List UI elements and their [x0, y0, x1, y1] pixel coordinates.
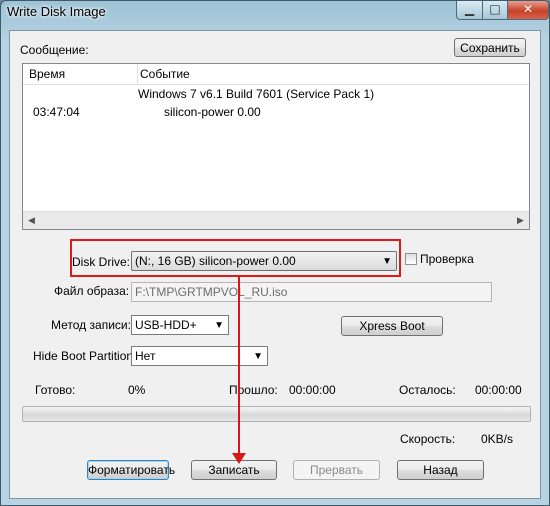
image-file-label: Файл образа: — [54, 284, 130, 298]
disk-drive-highlight-box — [70, 239, 401, 277]
log-header: Время Событие — [23, 64, 529, 85]
write-disk-image-window: Write Disk Image ▁ □ ✕ Сообщение: Сохран… — [0, 0, 550, 506]
done-label: Готово: — [35, 383, 76, 397]
xpress-boot-button[interactable]: Xpress Boot — [341, 316, 443, 336]
chevron-down-icon: ▼ — [214, 320, 224, 331]
hide-boot-value: Нет — [135, 349, 156, 363]
window-title: Write Disk Image — [7, 4, 106, 19]
image-file-field[interactable]: F:\TMP\GRTMPVOL_RU.iso — [131, 282, 492, 302]
abort-button[interactable]: Прервать — [293, 460, 380, 480]
progress-bar — [22, 406, 531, 422]
column-header-event[interactable]: Событие — [140, 67, 190, 81]
elapsed-label: Прошло: — [229, 383, 278, 397]
log-row-1-event: Windows 7 v6.1 Build 7601 (Service Pack … — [138, 87, 375, 101]
chevron-down-icon: ▼ — [253, 351, 263, 362]
scroll-right-icon[interactable]: ▶ — [512, 212, 529, 229]
log-row-2-time: 03:47:04 — [33, 105, 80, 119]
verify-checkbox[interactable] — [405, 253, 417, 265]
elapsed-value: 00:00:00 — [289, 383, 336, 397]
log-row-2-event: silicon-power 0.00 — [164, 105, 261, 119]
speed-label: Скорость: — [400, 432, 456, 446]
remaining-label: Осталось: — [399, 383, 456, 397]
hide-boot-label: Hide Boot Partition: — [33, 349, 137, 363]
done-value: 0% — [128, 383, 146, 397]
minimize-button[interactable]: ▁ — [456, 1, 483, 20]
write-method-value: USB-HDD+ — [135, 318, 197, 332]
annotation-arrow-line — [238, 277, 240, 456]
save-log-button[interactable]: Сохранить — [454, 38, 526, 57]
speed-value: 0KB/s — [481, 432, 514, 446]
write-method-label: Метод записи: — [51, 318, 131, 332]
verify-label[interactable]: Проверка — [420, 252, 474, 266]
maximize-button[interactable]: □ — [482, 1, 508, 20]
column-separator[interactable] — [137, 64, 138, 84]
back-button[interactable]: Назад — [397, 460, 484, 480]
format-button[interactable]: Форматировать — [87, 460, 175, 480]
log-horizontal-scrollbar[interactable]: ◀ ▶ — [23, 211, 529, 229]
message-label: Сообщение: — [20, 43, 89, 57]
annotation-arrow-head — [232, 453, 246, 464]
write-method-select[interactable]: USB-HDD+ ▼ — [131, 315, 229, 335]
close-button[interactable]: ✕ — [507, 1, 549, 20]
column-header-time[interactable]: Время — [29, 67, 65, 81]
message-log[interactable]: Время Событие Windows 7 v6.1 Build 7601 … — [22, 63, 530, 230]
hide-boot-select[interactable]: Нет ▼ — [131, 346, 268, 366]
title-bar[interactable]: Write Disk Image ▁ □ ✕ — [1, 1, 549, 23]
scroll-left-icon[interactable]: ◀ — [23, 212, 40, 229]
remaining-value: 00:00:00 — [475, 383, 522, 397]
